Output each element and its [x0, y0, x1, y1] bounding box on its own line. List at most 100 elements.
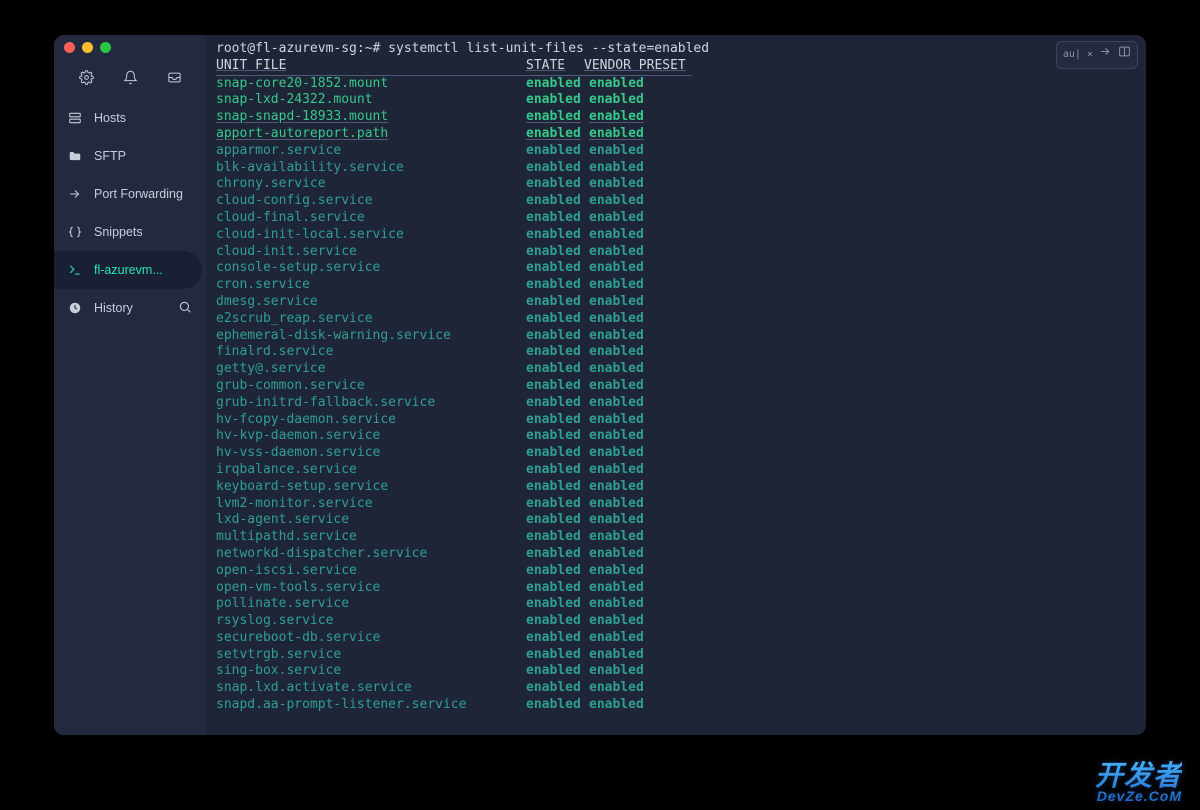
- unit-state: enabled: [526, 479, 589, 496]
- unit-preset: enabled: [589, 328, 644, 345]
- terminal-icon: [68, 263, 82, 277]
- unit-table-header: UNIT FILE STATE VENDOR PRESET: [216, 58, 692, 76]
- terminal-panel[interactable]: au| × root@fl-azurevm-sg:~# systemctl li…: [206, 35, 1146, 735]
- unit-state: enabled: [526, 361, 589, 378]
- sidebar-item-label: Hosts: [94, 111, 126, 125]
- unit-state: enabled: [526, 277, 589, 294]
- unit-name: snap-lxd-24322.mount: [216, 92, 526, 109]
- unit-name: grub-common.service: [216, 378, 526, 395]
- unit-preset: enabled: [589, 496, 644, 513]
- window-controls: [54, 35, 206, 59]
- unit-state: enabled: [526, 395, 589, 412]
- minimize-window-button[interactable]: [82, 42, 93, 53]
- sidebar-item-port-forwarding[interactable]: Port Forwarding: [54, 175, 206, 213]
- unit-row: grub-initrd-fallback.serviceenabledenabl…: [216, 395, 1136, 412]
- sidebar-item-history[interactable]: History: [54, 289, 206, 327]
- unit-preset: enabled: [589, 160, 644, 177]
- unit-preset: enabled: [589, 294, 644, 311]
- unit-name: finalrd.service: [216, 344, 526, 361]
- share-icon[interactable]: [1099, 45, 1112, 65]
- sidebar-nav: Hosts SFTP Port Forwarding Snippets fl-a…: [54, 99, 206, 327]
- unit-state: enabled: [526, 529, 589, 546]
- unit-preset: enabled: [589, 529, 644, 546]
- unit-name: cron.service: [216, 277, 526, 294]
- unit-row: lvm2-monitor.serviceenabledenabled: [216, 496, 1136, 513]
- toolbar-badge[interactable]: au| ×: [1063, 47, 1093, 64]
- unit-state: enabled: [526, 260, 589, 277]
- unit-state: enabled: [526, 227, 589, 244]
- unit-table-body: snap-core20-1852.mountenabledenabledsnap…: [216, 76, 1136, 714]
- unit-state: enabled: [526, 428, 589, 445]
- unit-preset: enabled: [589, 378, 644, 395]
- unit-state: enabled: [526, 344, 589, 361]
- unit-state: enabled: [526, 680, 589, 697]
- unit-row: e2scrub_reap.serviceenabledenabled: [216, 311, 1136, 328]
- unit-preset: enabled: [589, 176, 644, 193]
- unit-state: enabled: [526, 92, 589, 109]
- unit-name: snapd.aa-prompt-listener.service: [216, 697, 526, 714]
- unit-name: dmesg.service: [216, 294, 526, 311]
- unit-state: enabled: [526, 563, 589, 580]
- unit-state: enabled: [526, 378, 589, 395]
- unit-row: pollinate.serviceenabledenabled: [216, 596, 1136, 613]
- unit-preset: enabled: [589, 311, 644, 328]
- server-icon: [68, 111, 82, 125]
- unit-row: hv-kvp-daemon.serviceenabledenabled: [216, 428, 1136, 445]
- unit-name: lvm2-monitor.service: [216, 496, 526, 513]
- inbox-icon[interactable]: [167, 70, 182, 88]
- unit-row: grub-common.serviceenabledenabled: [216, 378, 1136, 395]
- sidebar-item-snippets[interactable]: Snippets: [54, 213, 206, 251]
- unit-state: enabled: [526, 160, 589, 177]
- unit-preset: enabled: [589, 512, 644, 529]
- bell-icon[interactable]: [123, 70, 138, 88]
- split-pane-icon[interactable]: [1118, 45, 1131, 65]
- settings-icon[interactable]: [79, 70, 94, 88]
- unit-preset: enabled: [589, 630, 644, 647]
- unit-preset: enabled: [589, 546, 644, 563]
- unit-preset: enabled: [589, 462, 644, 479]
- unit-preset: enabled: [589, 563, 644, 580]
- unit-name: e2scrub_reap.service: [216, 311, 526, 328]
- unit-name: rsyslog.service: [216, 613, 526, 630]
- unit-state: enabled: [526, 193, 589, 210]
- unit-preset: enabled: [589, 277, 644, 294]
- sidebar-item-hosts[interactable]: Hosts: [54, 99, 206, 137]
- unit-row: dmesg.serviceenabledenabled: [216, 294, 1136, 311]
- zoom-window-button[interactable]: [100, 42, 111, 53]
- unit-row: secureboot-db.serviceenabledenabled: [216, 630, 1136, 647]
- unit-state: enabled: [526, 328, 589, 345]
- unit-row: apport-autoreport.pathenabledenabled: [216, 126, 1136, 143]
- unit-preset: enabled: [589, 663, 644, 680]
- unit-state: enabled: [526, 697, 589, 714]
- sidebar-item-sftp[interactable]: SFTP: [54, 137, 206, 175]
- unit-name: networkd-dispatcher.service: [216, 546, 526, 563]
- unit-state: enabled: [526, 294, 589, 311]
- unit-row: hv-vss-daemon.serviceenabledenabled: [216, 445, 1136, 462]
- sidebar-item-label: fl-azurevm...: [94, 263, 163, 277]
- close-window-button[interactable]: [64, 42, 75, 53]
- unit-name: cloud-init-local.service: [216, 227, 526, 244]
- unit-name: secureboot-db.service: [216, 630, 526, 647]
- unit-state: enabled: [526, 143, 589, 160]
- unit-row: multipathd.serviceenabledenabled: [216, 529, 1136, 546]
- unit-preset: enabled: [589, 613, 644, 630]
- unit-row: ephemeral-disk-warning.serviceenabledena…: [216, 328, 1136, 345]
- unit-preset: enabled: [589, 680, 644, 697]
- sidebar-item-session[interactable]: fl-azurevm...: [54, 251, 202, 289]
- sidebar-item-label: Snippets: [94, 225, 143, 239]
- search-icon[interactable]: [178, 300, 192, 317]
- unit-state: enabled: [526, 412, 589, 429]
- unit-state: enabled: [526, 546, 589, 563]
- unit-row: cloud-final.serviceenabledenabled: [216, 210, 1136, 227]
- unit-name: snap-core20-1852.mount: [216, 76, 526, 93]
- unit-state: enabled: [526, 462, 589, 479]
- unit-state: enabled: [526, 496, 589, 513]
- unit-preset: enabled: [589, 647, 644, 664]
- unit-name: getty@.service: [216, 361, 526, 378]
- unit-state: enabled: [526, 126, 589, 143]
- unit-row: cloud-init.serviceenabledenabled: [216, 244, 1136, 261]
- unit-preset: enabled: [589, 596, 644, 613]
- watermark-line2: DevZe.CoM: [1095, 788, 1182, 804]
- unit-name: cloud-final.service: [216, 210, 526, 227]
- unit-name: blk-availability.service: [216, 160, 526, 177]
